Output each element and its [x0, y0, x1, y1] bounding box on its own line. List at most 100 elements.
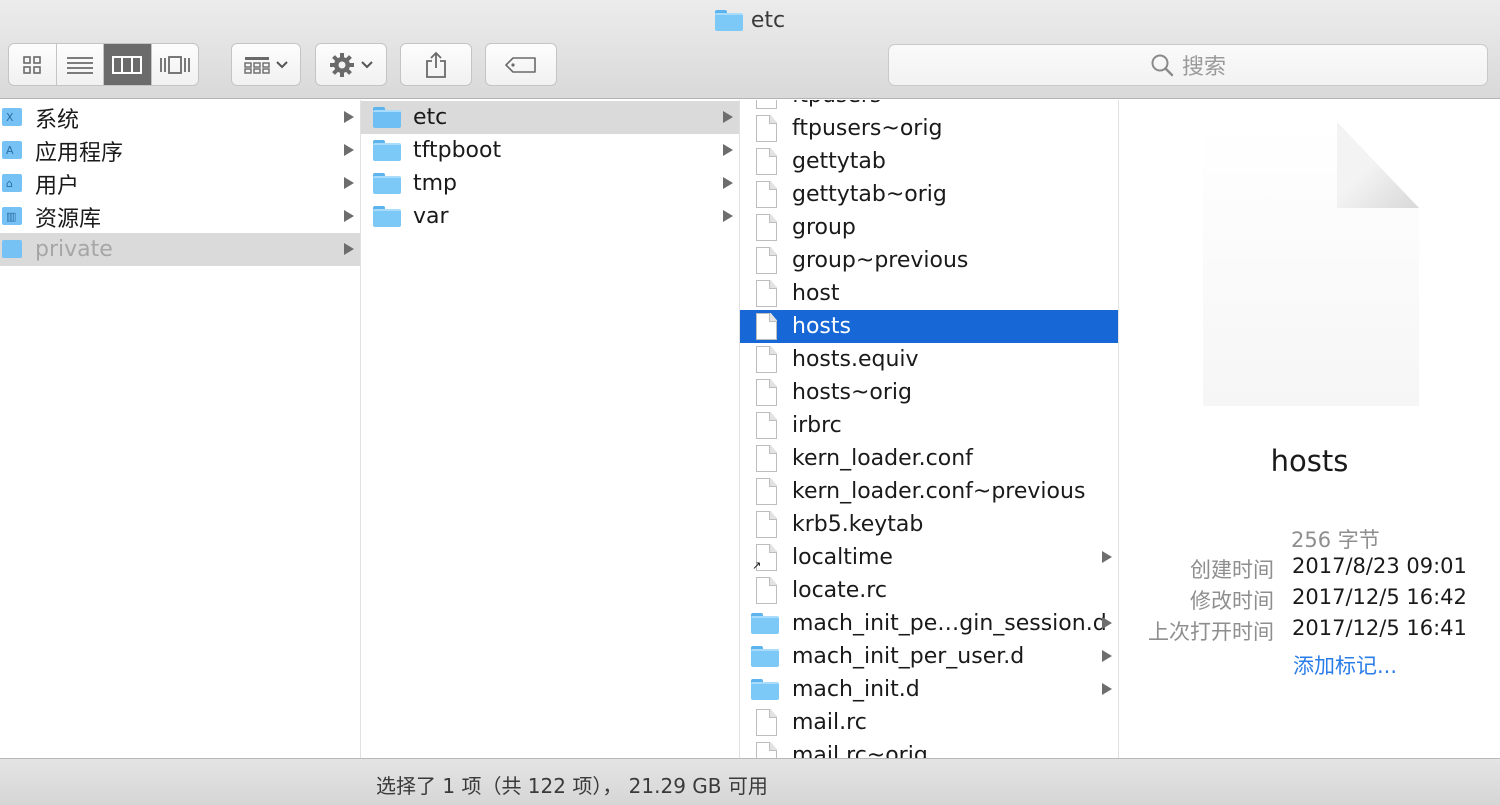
- metadata-key: 创建时间: [1190, 558, 1274, 582]
- file-item[interactable]: group: [740, 211, 1118, 244]
- location-icon: A: [2, 141, 22, 159]
- sidebar-item[interactable]: ⌂ 用户: [0, 167, 360, 200]
- document-icon: [756, 346, 777, 373]
- file-item[interactable]: locate.rc: [740, 574, 1118, 607]
- metadata-value: 2017/12/5 16:41: [1292, 616, 1467, 640]
- item-label: private: [35, 237, 113, 262]
- file-item[interactable]: mail.rc~orig: [740, 739, 1118, 758]
- tag-button[interactable]: [485, 43, 557, 86]
- tag-icon: [505, 56, 536, 73]
- file-item[interactable]: ftpusers: [740, 100, 1118, 112]
- document-icon: [756, 412, 777, 439]
- action-button[interactable]: [315, 43, 387, 86]
- folder-item[interactable]: tftpboot: [361, 134, 739, 167]
- file-item[interactable]: host: [740, 277, 1118, 310]
- file-item[interactable]: mail.rc: [740, 706, 1118, 739]
- item-label: var: [413, 204, 449, 229]
- status-bar: 选择了 1 项（共 122 项）， 21.29 GB 可用: [0, 758, 1500, 805]
- search-field[interactable]: 搜索: [888, 44, 1488, 86]
- file-item[interactable]: group~previous: [740, 244, 1118, 277]
- item-label: locate.rc: [792, 578, 887, 603]
- folder-icon: [373, 140, 401, 161]
- item-label: gettytab~orig: [792, 182, 947, 207]
- item-label: 用户: [35, 173, 80, 199]
- icon-view-icon: [23, 55, 42, 74]
- file-item[interactable]: hosts: [740, 310, 1118, 343]
- document-preview-icon: [1203, 122, 1419, 406]
- disclosure-arrow-icon: [723, 144, 733, 156]
- cover-flow-icon: [159, 55, 190, 74]
- disclosure-arrow-icon: [723, 210, 733, 222]
- sidebar-item[interactable]: X 系统: [0, 101, 360, 134]
- document-icon: [756, 478, 777, 505]
- item-label: 应用程序: [35, 140, 124, 166]
- file-item[interactable]: hosts.equiv: [740, 343, 1118, 376]
- folder-column: etc tftpboot tmp var: [361, 100, 740, 758]
- file-item[interactable]: krb5.keytab: [740, 508, 1118, 541]
- file-item[interactable]: gettytab: [740, 145, 1118, 178]
- item-label: krb5.keytab: [792, 512, 924, 537]
- file-item[interactable]: ftpusers~orig: [740, 112, 1118, 145]
- sidebar-item[interactable]: private: [0, 233, 360, 266]
- document-icon: [756, 742, 777, 758]
- folder-item[interactable]: tmp: [361, 167, 739, 200]
- file-item[interactable]: kern_loader.conf: [740, 442, 1118, 475]
- document-icon: [756, 247, 777, 274]
- arrange-button[interactable]: [231, 43, 301, 86]
- item-label: hosts: [792, 314, 851, 339]
- disclosure-arrow-icon: [344, 210, 354, 222]
- column-view-button[interactable]: [104, 44, 152, 85]
- item-label: kern_loader.conf~previous: [792, 479, 1086, 504]
- file-item[interactable]: mach_init.d: [740, 673, 1118, 706]
- document-icon: [756, 115, 777, 142]
- list-view-button[interactable]: [57, 44, 104, 85]
- file-item[interactable]: mach_init_pe…gin_session.d: [740, 607, 1118, 640]
- search-icon: [1151, 54, 1174, 77]
- document-icon: [756, 214, 777, 241]
- file-item[interactable]: ↗ localtime: [740, 541, 1118, 574]
- item-label: hosts.equiv: [792, 347, 919, 372]
- preview-file-name: hosts: [1270, 444, 1349, 478]
- file-item[interactable]: mach_init_per_user.d: [740, 640, 1118, 673]
- folder-icon: [373, 173, 401, 194]
- folder-icon: [751, 613, 779, 634]
- disclosure-arrow-icon: [723, 111, 733, 123]
- sidebar-item[interactable]: A 应用程序: [0, 134, 360, 167]
- item-label: gettytab: [792, 149, 886, 174]
- file-item[interactable]: kern_loader.conf~previous: [740, 475, 1118, 508]
- arrange-grid-icon: [244, 56, 270, 74]
- chevron-down-icon: [361, 60, 373, 68]
- file-item[interactable]: gettytab~orig: [740, 178, 1118, 211]
- disclosure-arrow-icon: [1102, 617, 1112, 629]
- sidebar-item[interactable]: ▥ 资源库: [0, 200, 360, 233]
- window-title-text: etc: [750, 7, 786, 33]
- folder-item[interactable]: var: [361, 200, 739, 233]
- window-title: etc: [0, 5, 1500, 35]
- item-label: 资源库: [35, 206, 102, 232]
- status-text: 选择了 1 项（共 122 项）， 21.29 GB 可用: [376, 774, 768, 798]
- folder-icon: [751, 679, 779, 700]
- preview-file-size: 256 字节: [1291, 528, 1380, 552]
- metadata-row: 修改时间 2017/12/5 16:42: [1119, 585, 1500, 615]
- document-icon: [756, 379, 777, 406]
- item-label: mail.rc: [792, 710, 867, 735]
- window-toolbar: etc 搜索: [0, 0, 1500, 99]
- folder-icon: [751, 646, 779, 667]
- share-button[interactable]: [400, 43, 472, 86]
- sidebar-column: X 系统 A 应用程序 ⌂ 用户 ▥ 资源库 private: [0, 100, 361, 758]
- item-label: mach_init.d: [792, 677, 920, 702]
- folder-item[interactable]: etc: [361, 101, 739, 134]
- add-tags-link[interactable]: 添加标记...: [1293, 650, 1397, 680]
- item-label: group~previous: [792, 248, 969, 273]
- file-item[interactable]: hosts~orig: [740, 376, 1118, 409]
- icon-view-button[interactable]: [9, 44, 57, 85]
- search-placeholder: 搜索: [1181, 55, 1226, 80]
- document-icon: [756, 100, 777, 109]
- column-browser: X 系统 A 应用程序 ⌂ 用户 ▥ 资源库 private etc tftpboot tmp var…: [0, 100, 1500, 758]
- folder-icon: [373, 206, 401, 227]
- location-icon: X: [2, 108, 22, 126]
- alias-arrow-icon: ↗: [752, 559, 762, 572]
- cover-flow-button[interactable]: [152, 44, 199, 85]
- disclosure-arrow-icon: [723, 177, 733, 189]
- file-item[interactable]: irbrc: [740, 409, 1118, 442]
